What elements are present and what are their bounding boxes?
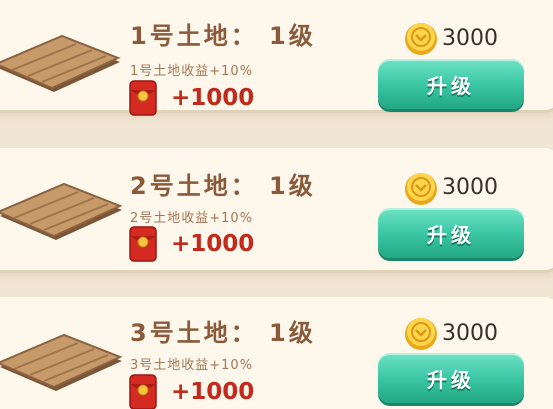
reward-amount: +1000: [171, 379, 255, 405]
wooden-plot-icon: [0, 333, 123, 391]
income-bonus-text: 3号土地收益+10%: [130, 358, 254, 373]
land-card: 1号土地： 1级 1号土地收益+10% +1000 3000 升级: [0, 0, 553, 116]
plot-title: 3号土地： 1级: [130, 319, 316, 347]
gold-coin-icon: [405, 173, 437, 205]
income-bonus-text: 2号土地收益+10%: [130, 211, 254, 226]
wooden-plot-icon: [0, 34, 121, 92]
gold-coin-icon: [405, 318, 437, 350]
reward-amount: +1000: [171, 85, 255, 111]
upgrade-button[interactable]: 升级: [378, 59, 524, 109]
upgrade-cost: 3000: [442, 26, 498, 51]
red-envelope-icon: [129, 374, 157, 409]
land-card: 2号土地： 1级 2号土地收益+10% +1000 3000 升级: [0, 148, 553, 270]
land-card: 3号土地： 1级 3号土地收益+10% +1000 3000 升级: [0, 297, 553, 409]
plot-title: 2号土地： 1级: [130, 172, 316, 200]
income-bonus-text: 1号土地收益+10%: [130, 64, 254, 79]
red-envelope-icon: [129, 226, 157, 262]
reward-amount: +1000: [171, 231, 255, 257]
upgrade-cost: 3000: [442, 175, 498, 200]
wooden-plot-icon: [0, 182, 123, 240]
red-envelope-icon: [129, 80, 157, 116]
plot-title: 1号土地： 1级: [130, 22, 316, 50]
upgrade-cost: 3000: [442, 321, 498, 346]
upgrade-button[interactable]: 升级: [378, 208, 524, 258]
gold-coin-icon: [405, 23, 437, 55]
upgrade-button[interactable]: 升级: [378, 353, 524, 403]
